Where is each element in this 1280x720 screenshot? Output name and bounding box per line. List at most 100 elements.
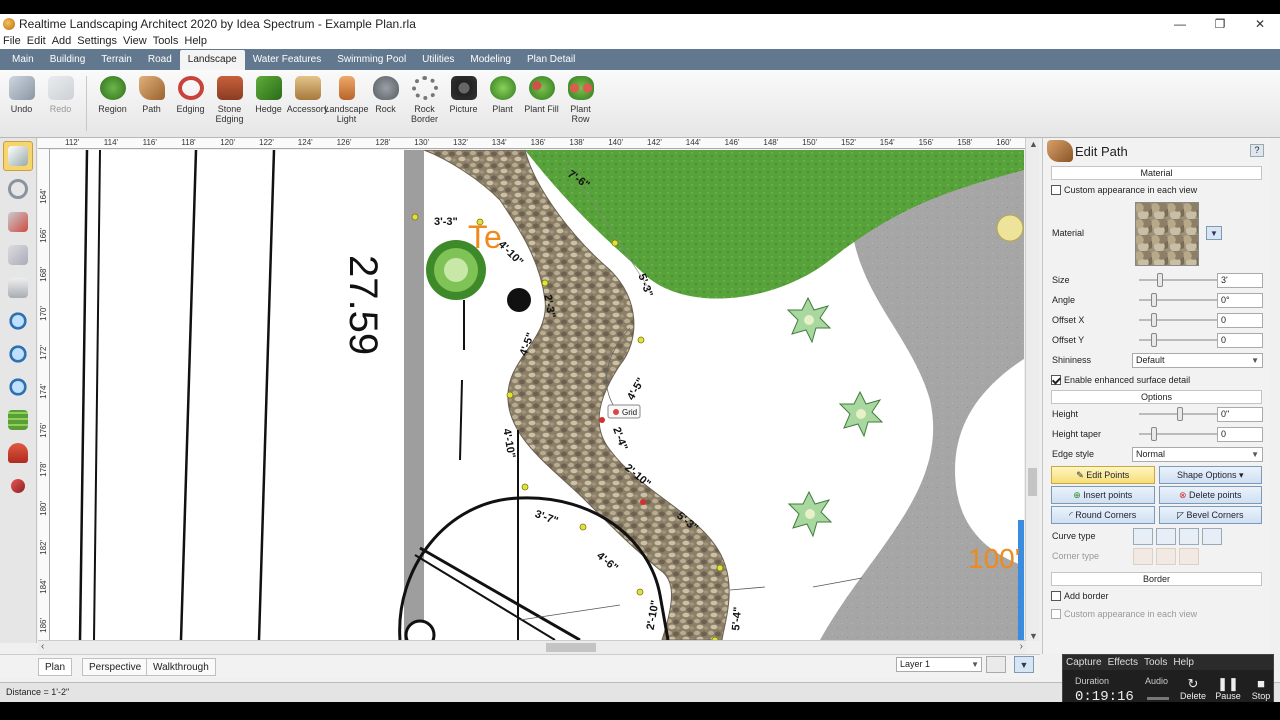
scroll-up-icon[interactable]: ▲ bbox=[1029, 139, 1038, 149]
layer-settings-button[interactable] bbox=[986, 656, 1006, 673]
edging-tool[interactable]: Edging bbox=[171, 70, 210, 137]
add-border-checkbox[interactable] bbox=[1051, 590, 1061, 601]
tab-swimming-pool[interactable]: Swimming Pool bbox=[329, 50, 414, 70]
plant-fill-tool[interactable]: Plant Fill bbox=[522, 70, 561, 137]
custom-appearance-2-row[interactable]: Custom appearance in each view bbox=[1051, 606, 1262, 622]
plant-tool[interactable]: Plant bbox=[483, 70, 522, 137]
material-swatch[interactable] bbox=[1135, 202, 1199, 266]
tab-landscape[interactable]: Landscape bbox=[179, 50, 245, 70]
offset-y-slider[interactable] bbox=[1139, 333, 1217, 347]
plant-row-tool[interactable]: Plant Row bbox=[561, 70, 600, 137]
enhanced-detail-checkbox[interactable] bbox=[1051, 374, 1061, 385]
recorder-menu-tools[interactable]: Tools bbox=[1144, 655, 1167, 670]
corner-type-bevel-icon[interactable] bbox=[1156, 548, 1176, 565]
vertical-scrollbar[interactable]: ▲ ▼ bbox=[1025, 138, 1039, 641]
angle-slider[interactable] bbox=[1139, 293, 1217, 307]
tab-main[interactable]: Main bbox=[4, 50, 42, 70]
rock-border-tool[interactable]: Rock Border bbox=[405, 70, 444, 137]
curve-tool[interactable] bbox=[3, 240, 33, 270]
picture-tool[interactable]: Picture bbox=[444, 70, 483, 137]
plan-canvas[interactable]: 27.59 Te 100' 3'-3" 4'-10" 2'-3" 4'-5" 4… bbox=[50, 150, 1024, 640]
shape-options-button[interactable]: Shape Options ▾ bbox=[1158, 466, 1262, 484]
height-taper-slider[interactable] bbox=[1139, 427, 1217, 441]
tab-plan[interactable]: Plan bbox=[38, 658, 73, 676]
tab-terrain[interactable]: Terrain bbox=[93, 50, 140, 70]
scroll-left-icon[interactable]: ‹ bbox=[41, 641, 44, 652]
help-button[interactable]: ? bbox=[1250, 144, 1264, 157]
region-tool[interactable]: Region bbox=[93, 70, 132, 137]
landscape-light-tool[interactable]: Landscape Light bbox=[324, 70, 369, 137]
angle-slider-handle[interactable] bbox=[1151, 293, 1157, 307]
minimize-button[interactable]: — bbox=[1160, 14, 1200, 34]
recorder-stop-button[interactable]: ■ Stop bbox=[1243, 677, 1279, 702]
shininess-select[interactable]: Default ▼ bbox=[1132, 353, 1263, 368]
curve-type-spline-icon[interactable] bbox=[1202, 528, 1222, 545]
custom-appearance-checkbox[interactable] bbox=[1051, 184, 1061, 195]
recorder-menu-help[interactable]: Help bbox=[1173, 655, 1194, 670]
menu-add[interactable]: Add bbox=[49, 34, 75, 49]
offset-x-slider-handle[interactable] bbox=[1151, 313, 1157, 327]
snap-tool[interactable] bbox=[3, 438, 33, 468]
tab-road[interactable]: Road bbox=[140, 50, 180, 70]
tab-utilities[interactable]: Utilities bbox=[414, 50, 462, 70]
custom-appearance-2-checkbox[interactable] bbox=[1051, 608, 1061, 619]
layer-dropdown-button[interactable]: ▼ bbox=[1014, 656, 1034, 673]
offset-x-slider[interactable] bbox=[1139, 313, 1217, 327]
restore-button[interactable]: ❐ bbox=[1200, 14, 1240, 34]
redo-button[interactable]: Redo bbox=[41, 70, 80, 137]
measure-tool[interactable] bbox=[3, 207, 33, 237]
material-dropdown-button[interactable]: ▼ bbox=[1206, 226, 1222, 240]
zoom-window-tool[interactable] bbox=[3, 372, 33, 402]
recorder-menu-effects[interactable]: Effects bbox=[1108, 655, 1138, 670]
path-tool[interactable]: Path bbox=[132, 70, 171, 137]
tab-perspective[interactable]: Perspective bbox=[82, 658, 149, 676]
tab-plan-detail[interactable]: Plan Detail bbox=[519, 50, 583, 70]
scroll-down-icon[interactable]: ▼ bbox=[1029, 631, 1038, 641]
pan-tool[interactable] bbox=[3, 273, 33, 303]
rotate-tool[interactable] bbox=[3, 174, 33, 204]
grid-tool[interactable] bbox=[3, 405, 33, 435]
height-input[interactable]: 0" bbox=[1217, 407, 1263, 422]
corner-type-square-icon[interactable] bbox=[1179, 548, 1199, 565]
tab-water-features[interactable]: Water Features bbox=[245, 50, 330, 70]
menu-help[interactable]: Help bbox=[181, 34, 210, 49]
zoom-tool[interactable] bbox=[3, 306, 33, 336]
insert-points-button[interactable]: ⊕ Insert points bbox=[1051, 486, 1155, 504]
size-slider[interactable] bbox=[1139, 273, 1217, 287]
curve-type-bezier-icon[interactable] bbox=[1179, 528, 1199, 545]
accessory-tool[interactable]: Accessory bbox=[287, 70, 328, 137]
menu-edit[interactable]: Edit bbox=[24, 34, 49, 49]
offset-y-slider-handle[interactable] bbox=[1151, 333, 1157, 347]
height-slider[interactable] bbox=[1139, 407, 1217, 421]
layer-select[interactable]: Layer 1 ▼ bbox=[896, 657, 982, 672]
hedge-tool[interactable]: Hedge bbox=[249, 70, 288, 137]
delete-points-button[interactable]: ⊗ Delete points bbox=[1158, 486, 1262, 504]
curve-type-smooth-icon[interactable] bbox=[1133, 528, 1153, 545]
menu-tools[interactable]: Tools bbox=[150, 34, 182, 49]
round-corners-button[interactable]: ◜ Round Corners bbox=[1051, 506, 1155, 524]
menu-view[interactable]: View bbox=[120, 34, 150, 49]
close-button[interactable]: ✕ bbox=[1240, 14, 1280, 34]
eyedropper-tool[interactable] bbox=[3, 471, 33, 501]
corner-type-round-icon[interactable] bbox=[1133, 548, 1153, 565]
select-tool[interactable] bbox=[3, 141, 33, 171]
edit-points-button[interactable]: ✎ Edit Points bbox=[1051, 466, 1155, 484]
recorder-menu-capture[interactable]: Capture bbox=[1066, 655, 1102, 670]
height-taper-input[interactable]: 0 bbox=[1217, 427, 1263, 442]
horizontal-scroll-thumb[interactable] bbox=[546, 643, 596, 652]
horizontal-scrollbar[interactable]: ‹ › bbox=[38, 640, 1026, 654]
tab-walkthrough[interactable]: Walkthrough bbox=[146, 658, 216, 676]
custom-appearance-row[interactable]: Custom appearance in each view bbox=[1051, 182, 1262, 198]
curve-type-sharp-icon[interactable] bbox=[1156, 528, 1176, 545]
height-slider-handle[interactable] bbox=[1177, 407, 1183, 421]
zoom-extents-tool[interactable] bbox=[3, 339, 33, 369]
angle-input[interactable]: 0° bbox=[1217, 293, 1263, 308]
rock-tool[interactable]: Rock bbox=[366, 70, 405, 137]
recorder-delete-button[interactable]: ↻ Delete bbox=[1175, 677, 1211, 702]
tab-building[interactable]: Building bbox=[42, 50, 94, 70]
enhanced-detail-row[interactable]: Enable enhanced surface detail bbox=[1051, 372, 1262, 388]
scroll-right-icon[interactable]: › bbox=[1020, 641, 1023, 652]
menu-settings[interactable]: Settings bbox=[74, 34, 120, 49]
bevel-corners-button[interactable]: ◸ Bevel Corners bbox=[1158, 506, 1262, 524]
height-taper-slider-handle[interactable] bbox=[1151, 427, 1157, 441]
